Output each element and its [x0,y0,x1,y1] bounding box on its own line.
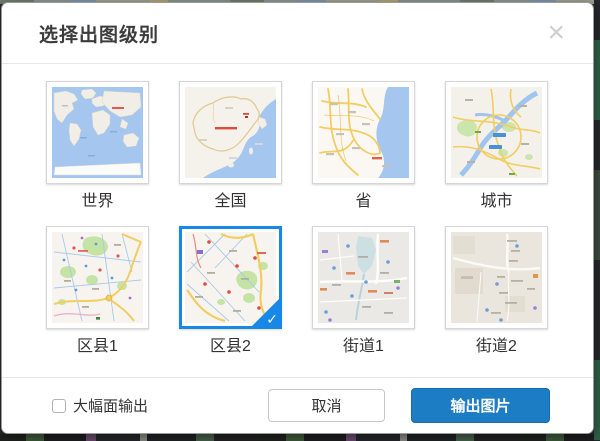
district-1-map-image [52,232,143,323]
level-option-nation[interactable]: 全国 [179,81,282,213]
large-format-option[interactable]: 大幅面输出 [52,395,148,416]
export-level-dialog: 选择出图级别 × [1,2,594,434]
close-icon[interactable]: × [547,20,565,46]
map-thumbnail-street-1 [312,226,415,329]
street-2-map-image [451,232,542,323]
street-1-map-image [318,232,409,323]
level-option-street-1[interactable]: 街道1 [312,226,415,358]
large-format-label: 大幅面输出 [73,395,148,416]
level-option-world[interactable]: 世界 [46,81,149,213]
level-option-district-1[interactable]: 区县1 [46,226,149,358]
dialog-header: 选择出图级别 × [2,3,593,64]
level-label-nation: 全国 [179,191,282,213]
level-label-street-1: 街道1 [312,336,415,358]
level-option-city[interactable]: 城市 [445,81,548,213]
province-map-image [318,87,409,178]
dialog-title: 选择出图级别 [39,20,159,47]
city-map-image [451,87,542,178]
map-thumbnail-nation [179,81,282,184]
level-option-district-2[interactable]: ✓ 区县2 [179,226,282,358]
level-label-district-1: 区县1 [46,336,149,358]
level-label-street-2: 街道2 [445,336,548,358]
nation-map-image [185,87,276,178]
level-grid: 世界 [46,81,593,358]
level-label-district-2: 区县2 [179,336,282,358]
check-icon: ✓ [266,312,278,326]
map-thumbnail-district-1 [46,226,149,329]
map-thumbnail-world [46,81,149,184]
large-format-checkbox[interactable] [52,399,66,413]
background-map-strip-right [594,0,600,441]
background-map-strip-bottom [0,434,600,441]
export-image-button[interactable]: 输出图片 [411,388,550,423]
world-map-image [52,87,143,178]
map-thumbnail-district-2-selected: ✓ [179,226,282,329]
level-label-province: 省 [312,191,415,213]
map-thumbnail-city [445,81,548,184]
map-thumbnail-province [312,81,415,184]
level-label-world: 世界 [46,191,149,213]
level-option-street-2[interactable]: 街道2 [445,226,548,358]
dialog-footer: 大幅面输出 取消 输出图片 [2,377,593,433]
level-option-province[interactable]: 省 [312,81,415,213]
cancel-button[interactable]: 取消 [268,389,385,422]
level-label-city: 城市 [445,191,548,213]
map-thumbnail-street-2 [445,226,548,329]
